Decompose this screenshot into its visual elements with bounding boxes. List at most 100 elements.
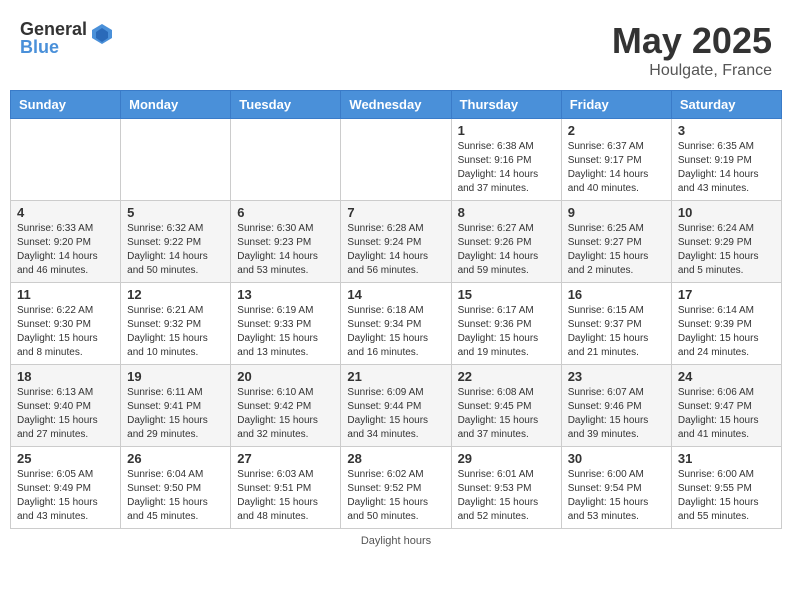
title-block: May 2025 Houlgate, France	[612, 20, 772, 80]
day-info: Sunrise: 6:07 AM Sunset: 9:46 PM Dayligh…	[568, 386, 665, 442]
calendar-day-cell: 9Sunrise: 6:25 AM Sunset: 9:27 PM Daylig…	[561, 201, 671, 283]
day-info: Sunrise: 6:33 AM Sunset: 9:20 PM Dayligh…	[17, 222, 114, 278]
calendar-day-cell: 8 Sunrise: 6:27 AM Sunset: 9:26 PM Daylig…	[451, 201, 561, 283]
calendar-day-cell: 27 Sunrise: 6:03 AM Sunset: 9:51 PM Dayli…	[231, 447, 341, 529]
calendar-header-row: SundayMondayTuesdayWednesdayThursdayFrid…	[11, 91, 782, 119]
day-info: Sunrise: 6:00 AM Sunset: 9:54 PM Dayligh…	[568, 468, 665, 524]
day-info: Sunrise: 6:05 AM Sunset: 9:49 PM Dayligh…	[17, 468, 114, 524]
day-number: 23	[568, 369, 665, 384]
month-title: May 2025	[612, 20, 772, 62]
calendar-day-cell: 26 Sunrise: 6:04 AM Sunset: 9:50 PM Dayli…	[121, 447, 231, 529]
day-number: 12	[127, 287, 224, 302]
day-number: 24	[678, 369, 775, 384]
calendar-week-row: 4 Sunrise: 6:33 AM Sunset: 9:20 PM Daylig…	[11, 201, 782, 283]
day-info: Sunrise: 6:02 AM Sunset: 9:52 PM Dayligh…	[347, 468, 444, 524]
calendar-week-row: 18 Sunrise: 6:13 AM Sunset: 9:40 PM Dayli…	[11, 365, 782, 447]
calendar-day-cell: 1 Sunrise: 6:38 AM Sunset: 9:16 PM Daylig…	[451, 119, 561, 201]
calendar-day-cell: 28 Sunrise: 6:02 AM Sunset: 9:52 PM Dayli…	[341, 447, 451, 529]
day-info: Sunrise: 6:27 AM Sunset: 9:26 PM Dayligh…	[458, 222, 555, 278]
day-number: 19	[127, 369, 224, 384]
calendar-day-cell: 19 Sunrise: 6:11 AM Sunset: 9:41 PM Dayli…	[121, 365, 231, 447]
calendar-empty-cell	[341, 119, 451, 201]
day-number: 21	[347, 369, 444, 384]
day-info: Sunrise: 6:13 AM Sunset: 9:40 PM Dayligh…	[17, 386, 114, 442]
calendar-week-row: 1 Sunrise: 6:38 AM Sunset: 9:16 PM Daylig…	[11, 119, 782, 201]
day-info: Sunrise: 6:09 AM Sunset: 9:44 PM Dayligh…	[347, 386, 444, 442]
day-info: Sunrise: 6:38 AM Sunset: 9:16 PM Dayligh…	[458, 140, 555, 196]
day-number: 13	[237, 287, 334, 302]
day-info: Sunrise: 6:14 AM Sunset: 9:39 PM Dayligh…	[678, 304, 775, 360]
calendar-week-row: 25 Sunrise: 6:05 AM Sunset: 9:49 PM Dayli…	[11, 447, 782, 529]
calendar-empty-cell	[231, 119, 341, 201]
day-number: 26	[127, 451, 224, 466]
day-number: 7	[347, 205, 444, 220]
day-info: Sunrise: 6:01 AM Sunset: 9:53 PM Dayligh…	[458, 468, 555, 524]
day-number: 2	[568, 123, 665, 138]
day-number: 8	[458, 205, 555, 220]
day-number: 20	[237, 369, 334, 384]
calendar-day-cell: 13Sunrise: 6:19 AM Sunset: 9:33 PM Dayli…	[231, 283, 341, 365]
day-info: Sunrise: 6:06 AM Sunset: 9:47 PM Dayligh…	[678, 386, 775, 442]
day-number: 27	[237, 451, 334, 466]
day-number: 30	[568, 451, 665, 466]
day-number: 22	[458, 369, 555, 384]
day-info: Sunrise: 6:37 AM Sunset: 9:17 PM Dayligh…	[568, 140, 665, 196]
logo-blue: Blue	[20, 38, 87, 56]
calendar-day-cell: 22 Sunrise: 6:08 AM Sunset: 9:45 PM Dayli…	[451, 365, 561, 447]
day-info: Sunrise: 6:35 AM Sunset: 9:19 PM Dayligh…	[678, 140, 775, 196]
calendar-week-row: 11Sunrise: 6:22 AM Sunset: 9:30 PM Dayli…	[11, 283, 782, 365]
calendar-day-cell: 3Sunrise: 6:35 AM Sunset: 9:19 PM Daylig…	[671, 119, 781, 201]
calendar-day-cell: 16 Sunrise: 6:15 AM Sunset: 9:37 PM Dayli…	[561, 283, 671, 365]
day-info: Sunrise: 6:21 AM Sunset: 9:32 PM Dayligh…	[127, 304, 224, 360]
day-number: 17	[678, 287, 775, 302]
day-info: Sunrise: 6:10 AM Sunset: 9:42 PM Dayligh…	[237, 386, 334, 442]
day-number: 14	[347, 287, 444, 302]
day-info: Sunrise: 6:22 AM Sunset: 9:30 PM Dayligh…	[17, 304, 114, 360]
day-info: Sunrise: 6:00 AM Sunset: 9:55 PM Dayligh…	[678, 468, 775, 524]
logo-icon	[90, 22, 114, 46]
weekday-header: Friday	[561, 91, 671, 119]
calendar-day-cell: 29 Sunrise: 6:01 AM Sunset: 9:53 PM Dayli…	[451, 447, 561, 529]
calendar-day-cell: 20 Sunrise: 6:10 AM Sunset: 9:42 PM Dayli…	[231, 365, 341, 447]
day-info: Sunrise: 6:24 AM Sunset: 9:29 PM Dayligh…	[678, 222, 775, 278]
day-info: Sunrise: 6:15 AM Sunset: 9:37 PM Dayligh…	[568, 304, 665, 360]
weekday-header: Tuesday	[231, 91, 341, 119]
weekday-header: Thursday	[451, 91, 561, 119]
calendar-day-cell: 17 Sunrise: 6:14 AM Sunset: 9:39 PM Dayli…	[671, 283, 781, 365]
day-number: 9	[568, 205, 665, 220]
day-info: Sunrise: 6:18 AM Sunset: 9:34 PM Dayligh…	[347, 304, 444, 360]
day-info: Sunrise: 6:03 AM Sunset: 9:51 PM Dayligh…	[237, 468, 334, 524]
calendar-day-cell: 12 Sunrise: 6:21 AM Sunset: 9:32 PM Dayli…	[121, 283, 231, 365]
calendar-day-cell: 31Sunrise: 6:00 AM Sunset: 9:55 PM Dayli…	[671, 447, 781, 529]
day-number: 29	[458, 451, 555, 466]
day-info: Sunrise: 6:11 AM Sunset: 9:41 PM Dayligh…	[127, 386, 224, 442]
day-number: 5	[127, 205, 224, 220]
page-header: General Blue May 2025 Houlgate, France	[10, 10, 782, 85]
day-number: 10	[678, 205, 775, 220]
calendar-day-cell: 6Sunrise: 6:30 AM Sunset: 9:23 PM Daylig…	[231, 201, 341, 283]
day-info: Sunrise: 6:04 AM Sunset: 9:50 PM Dayligh…	[127, 468, 224, 524]
day-number: 28	[347, 451, 444, 466]
day-number: 16	[568, 287, 665, 302]
calendar-day-cell: 21 Sunrise: 6:09 AM Sunset: 9:44 PM Dayli…	[341, 365, 451, 447]
day-number: 18	[17, 369, 114, 384]
daylight-label: Daylight hours	[361, 535, 431, 547]
day-info: Sunrise: 6:17 AM Sunset: 9:36 PM Dayligh…	[458, 304, 555, 360]
calendar-day-cell: 11Sunrise: 6:22 AM Sunset: 9:30 PM Dayli…	[11, 283, 121, 365]
location-title: Houlgate, France	[612, 62, 772, 80]
day-info: Sunrise: 6:08 AM Sunset: 9:45 PM Dayligh…	[458, 386, 555, 442]
day-number: 25	[17, 451, 114, 466]
weekday-header: Wednesday	[341, 91, 451, 119]
day-info: Sunrise: 6:32 AM Sunset: 9:22 PM Dayligh…	[127, 222, 224, 278]
calendar-day-cell: 15Sunrise: 6:17 AM Sunset: 9:36 PM Dayli…	[451, 283, 561, 365]
day-number: 4	[17, 205, 114, 220]
calendar-table: SundayMondayTuesdayWednesdayThursdayFrid…	[10, 90, 782, 529]
day-info: Sunrise: 6:30 AM Sunset: 9:23 PM Dayligh…	[237, 222, 334, 278]
day-info: Sunrise: 6:28 AM Sunset: 9:24 PM Dayligh…	[347, 222, 444, 278]
logo-general: General	[20, 20, 87, 38]
footer: Daylight hours	[10, 535, 782, 547]
day-number: 1	[458, 123, 555, 138]
calendar-day-cell: 23 Sunrise: 6:07 AM Sunset: 9:46 PM Dayli…	[561, 365, 671, 447]
logo-text: General Blue	[20, 20, 87, 56]
calendar-day-cell: 24 Sunrise: 6:06 AM Sunset: 9:47 PM Dayli…	[671, 365, 781, 447]
